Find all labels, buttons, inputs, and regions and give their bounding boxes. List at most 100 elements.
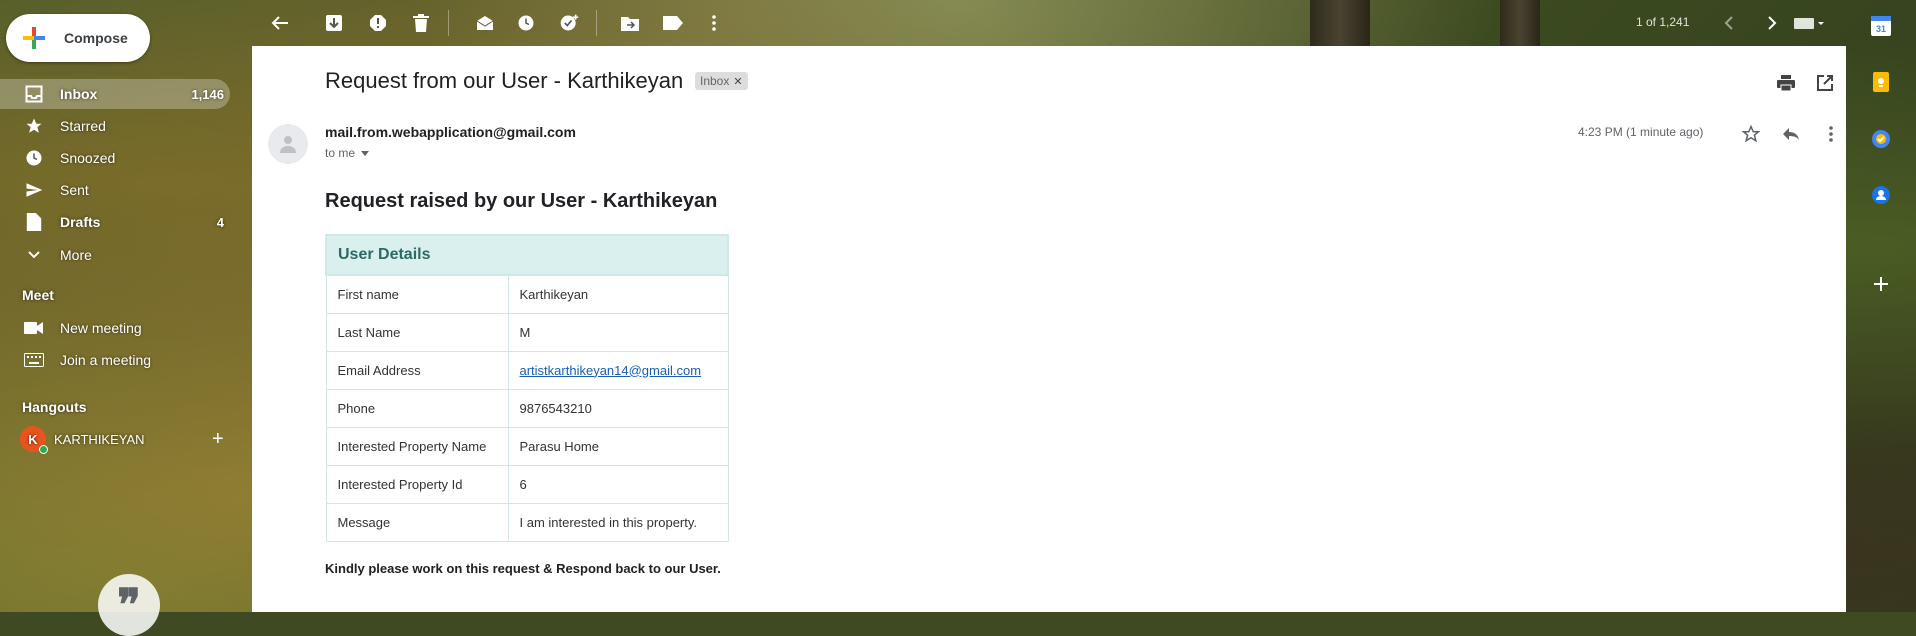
sidebar-item-more[interactable]: More bbox=[0, 240, 230, 270]
draft-icon bbox=[24, 212, 44, 232]
star-icon[interactable] bbox=[1739, 122, 1763, 146]
label-icon[interactable] bbox=[662, 12, 684, 34]
add-hangout-icon[interactable]: + bbox=[212, 428, 224, 451]
sender-avatar[interactable] bbox=[268, 124, 308, 164]
new-meeting-item[interactable]: New meeting bbox=[0, 313, 230, 343]
table-title: User Details bbox=[325, 234, 729, 276]
chevron-down-icon bbox=[24, 245, 44, 265]
avatar: K bbox=[20, 426, 48, 454]
input-tools-keyboard-icon[interactable] bbox=[1792, 12, 1828, 34]
field-value: Karthikeyan bbox=[507, 274, 729, 314]
join-meeting-label: Join a meeting bbox=[60, 352, 152, 368]
report-spam-icon[interactable] bbox=[367, 12, 389, 34]
email-link[interactable]: artistkarthikeyan14@gmail.com bbox=[520, 363, 702, 378]
older-chevron-right-icon[interactable] bbox=[1761, 12, 1783, 34]
inbox-label-chip[interactable]: Inbox ✕ bbox=[695, 72, 748, 90]
video-camera-icon bbox=[24, 318, 44, 338]
tasks-icon[interactable] bbox=[1870, 128, 1892, 150]
sidebar-item-label: Inbox bbox=[60, 86, 98, 102]
inbox-count: 1,146 bbox=[191, 86, 224, 102]
back-arrow-icon[interactable] bbox=[269, 12, 291, 34]
table-row: Interested Property Id 6 bbox=[325, 464, 729, 504]
recipient-text: to me bbox=[325, 146, 356, 160]
field-label: Interested Property Id bbox=[325, 464, 509, 504]
person-icon bbox=[280, 136, 296, 153]
meet-section-title: Meet bbox=[22, 287, 54, 303]
side-panel-rail: 31 bbox=[1846, 0, 1916, 612]
field-value: 9876543210 bbox=[507, 388, 729, 428]
delete-icon[interactable] bbox=[410, 12, 432, 34]
snooze-icon[interactable] bbox=[515, 12, 537, 34]
sidebar-item-label: Sent bbox=[60, 182, 89, 198]
toolbar-divider bbox=[596, 10, 597, 36]
label-chip-text: Inbox bbox=[700, 74, 730, 88]
sidebar-item-label: Snoozed bbox=[60, 150, 116, 166]
clock-icon bbox=[24, 148, 44, 168]
inbox-icon bbox=[24, 84, 44, 104]
send-icon bbox=[24, 180, 44, 200]
online-status-dot bbox=[39, 445, 48, 454]
compose-label: Compose bbox=[64, 30, 128, 46]
new-meeting-label: New meeting bbox=[60, 320, 142, 336]
message-timestamp: 4:23 PM (1 minute ago) bbox=[1578, 125, 1704, 139]
more-vert-icon[interactable] bbox=[703, 12, 725, 34]
field-label: Message bbox=[325, 502, 509, 542]
caret-down-icon bbox=[361, 150, 370, 156]
field-value: Parasu Home bbox=[507, 426, 729, 466]
keep-icon[interactable] bbox=[1870, 71, 1892, 93]
table-row: Message I am interested in this property… bbox=[325, 502, 729, 542]
plus-icon bbox=[20, 24, 48, 52]
message-position-counter: 1 of 1,241 bbox=[1636, 15, 1690, 29]
sidebar-item-starred[interactable]: Starred bbox=[0, 111, 230, 141]
drafts-count: 4 bbox=[216, 214, 224, 230]
sidebar-item-snoozed[interactable]: Snoozed bbox=[0, 143, 230, 173]
move-to-icon[interactable] bbox=[619, 12, 641, 34]
table-row: Email Address artistkarthikeyan14@gmail.… bbox=[325, 350, 729, 390]
keyboard-icon bbox=[24, 350, 44, 370]
hangouts-user-name: KARTHIKEYAN bbox=[54, 431, 145, 447]
field-label: Email Address bbox=[325, 350, 509, 390]
newer-chevron-left-icon[interactable] bbox=[1718, 12, 1740, 34]
field-value-cell: artistkarthikeyan14@gmail.com bbox=[507, 350, 729, 390]
archive-icon[interactable] bbox=[323, 12, 345, 34]
print-icon[interactable] bbox=[1775, 72, 1797, 94]
join-meeting-item[interactable]: Join a meeting bbox=[0, 345, 230, 375]
sidebar-item-label: Drafts bbox=[60, 214, 101, 230]
star-icon bbox=[24, 116, 44, 136]
remove-label-icon[interactable]: ✕ bbox=[733, 75, 742, 88]
hangouts-user[interactable]: K KARTHIKEYAN bbox=[20, 426, 145, 454]
open-in-new-window-icon[interactable] bbox=[1814, 72, 1836, 94]
message-toolbar: 1 of 1,241 bbox=[252, 0, 1846, 46]
field-label: Last Name bbox=[325, 312, 509, 352]
contacts-icon[interactable] bbox=[1870, 184, 1892, 206]
sidebar-item-label: More bbox=[60, 247, 92, 263]
email-footer-note: Kindly please work on this request & Res… bbox=[325, 561, 721, 576]
mark-unread-icon[interactable] bbox=[474, 12, 496, 34]
add-to-tasks-icon[interactable] bbox=[558, 12, 580, 34]
calendar-icon[interactable]: 31 bbox=[1870, 15, 1892, 37]
field-label: Phone bbox=[325, 388, 509, 428]
field-label: Interested Property Name bbox=[325, 426, 509, 466]
sender-email: mail.from.webapplication@gmail.com bbox=[325, 124, 576, 140]
avatar-initial: K bbox=[28, 431, 38, 447]
sidebar-item-label: Starred bbox=[60, 118, 106, 134]
reply-icon[interactable] bbox=[1779, 122, 1803, 146]
toolbar-divider bbox=[448, 10, 449, 36]
more-vert-icon[interactable] bbox=[1819, 122, 1843, 146]
table-row: Phone 9876543210 bbox=[325, 388, 729, 428]
hangouts-quote-icon[interactable]: ❞ bbox=[98, 574, 160, 636]
user-details-table: User Details First name Karthikeyan Last… bbox=[325, 234, 729, 542]
hangouts-section-title: Hangouts bbox=[22, 399, 87, 415]
table-row: Last Name M bbox=[325, 312, 729, 352]
sidebar-item-drafts[interactable]: Drafts 4 bbox=[0, 207, 230, 237]
message-panel: Request from our User - Karthikeyan Inbo… bbox=[252, 46, 1846, 612]
table-row: First name Karthikeyan bbox=[325, 274, 729, 314]
recipient-details-toggle[interactable]: to me bbox=[325, 146, 370, 160]
sidebar-item-inbox[interactable]: Inbox 1,146 bbox=[0, 79, 230, 109]
email-subject: Request from our User - Karthikeyan bbox=[325, 68, 684, 93]
get-add-ons-plus-icon[interactable] bbox=[1870, 273, 1892, 295]
compose-button[interactable]: Compose bbox=[6, 14, 150, 62]
email-body-heading: Request raised by our User - Karthikeyan bbox=[325, 190, 718, 212]
sidebar-item-sent[interactable]: Sent bbox=[0, 175, 230, 205]
sidebar: Compose Inbox 1,146 Starred Snoozed Sent… bbox=[0, 0, 238, 636]
